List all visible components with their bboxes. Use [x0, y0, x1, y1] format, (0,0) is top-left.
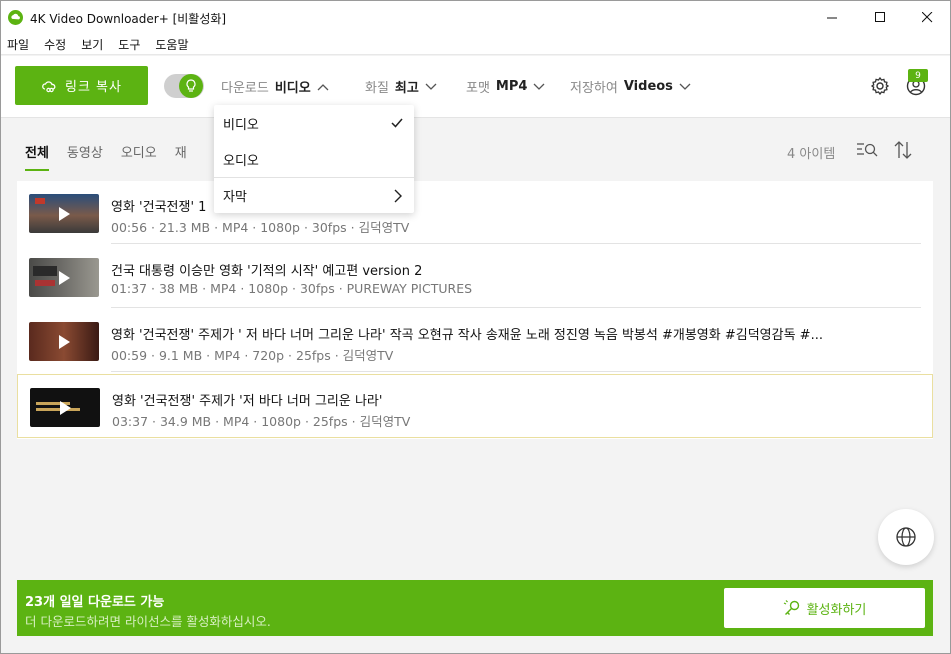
menu-edit[interactable]: 수정	[44, 36, 66, 53]
dropdown-option-label: 오디오	[223, 153, 259, 169]
maximize-button[interactable]	[857, 1, 903, 34]
download-type-value: 비디오	[274, 81, 311, 96]
key-icon	[783, 600, 799, 615]
download-type-dropdown: 비디오 오디오 자막	[214, 105, 414, 213]
cloud-link-icon	[42, 80, 56, 92]
quality-label: 화질	[365, 81, 389, 96]
video-thumbnail	[29, 194, 99, 233]
title-bar: 4K Video Downloader+ [비활성화]	[1, 1, 950, 34]
app-window: 4K Video Downloader+ [비활성화] 파일 수정 보기 도구 …	[0, 0, 951, 654]
language-button[interactable]	[878, 509, 934, 565]
save-location-selector[interactable]: 저장하여 Videos	[570, 77, 691, 96]
row-divider	[111, 307, 921, 308]
item-title: 영화 '건국전쟁' 주제가 '저 바다 너머 그리운 나라'	[112, 394, 383, 409]
menu-file[interactable]: 파일	[7, 36, 29, 53]
sort-icon[interactable]	[893, 140, 913, 160]
tab-all[interactable]: 전체	[25, 142, 49, 171]
menu-help[interactable]: 도움말	[155, 36, 188, 53]
download-type-selector[interactable]: 다운로드 비디오	[221, 77, 329, 96]
chevron-right-icon	[394, 189, 402, 203]
item-meta: 03:37 · 34.9 MB · MP4 · 1080p · 25fps · …	[112, 414, 411, 429]
format-selector[interactable]: 포맷 MP4	[466, 77, 545, 96]
menu-bar: 파일 수정 보기 도구 도움말	[1, 34, 950, 55]
smart-mode-toggle[interactable]	[164, 74, 204, 98]
activate-button[interactable]: 활성화하기	[724, 588, 925, 628]
maximize-icon	[874, 12, 885, 22]
close-button[interactable]	[904, 1, 950, 34]
video-thumbnail	[29, 322, 99, 361]
close-icon	[921, 12, 932, 23]
app-logo-icon	[8, 10, 23, 25]
quality-selector[interactable]: 화질 최고	[365, 77, 437, 96]
checkmark-icon	[391, 118, 403, 128]
item-title: 영화 '건국전쟁' 주제가 ' 저 바다 너머 그리운 나라' 작곡 오현규 작…	[111, 328, 823, 343]
tab-playlist[interactable]: 재	[175, 142, 187, 171]
item-title: 건국 대통령 이승만 영화 '기적의 시작' 예고편 version 2	[111, 264, 423, 279]
list-item[interactable]: 건국 대통령 이승만 영화 '기적의 시작' 예고편 version 2 01:…	[17, 245, 933, 308]
dropdown-option-audio[interactable]: 오디오	[214, 141, 414, 177]
gear-icon[interactable]	[869, 75, 891, 97]
list-item[interactable]: 영화 '건국전쟁' 1 00:56 · 21.3 MB · MP4 · 1080…	[17, 181, 933, 244]
item-meta: 00:59 · 9.1 MB · MP4 · 720p · 25fps · 김덕…	[111, 348, 394, 363]
save-location-label: 저장하여	[570, 81, 618, 96]
play-icon	[59, 335, 70, 349]
flag-shape	[35, 198, 45, 204]
play-icon	[60, 401, 71, 415]
chevron-up-icon	[317, 83, 329, 90]
list-item[interactable]: 영화 '건국전쟁' 주제가 ' 저 바다 너머 그리운 나라' 작곡 오현규 작…	[17, 309, 933, 372]
dropdown-option-label: 비디오	[223, 117, 259, 133]
tab-video[interactable]: 동영상	[67, 142, 103, 171]
banner-title: 23개 일일 다운로드 가능	[25, 595, 165, 610]
menu-view[interactable]: 보기	[81, 36, 103, 53]
save-location-value: Videos	[623, 79, 673, 94]
paste-link-button[interactable]: 링크 복사	[15, 66, 148, 105]
toggle-knob	[179, 74, 203, 98]
thumb-caption-shape	[35, 280, 55, 286]
search-list-icon[interactable]	[856, 141, 878, 159]
toolbar: 링크 복사 다운로드 비디오 화질 최고 포맷 MP4 저장하여 Videos …	[1, 56, 950, 118]
minimize-icon	[826, 17, 837, 19]
thumb-caption-shape	[36, 408, 80, 411]
filter-tabs: 전체 동영상 오디오 재	[25, 142, 205, 171]
activate-label: 활성화하기	[806, 602, 867, 618]
license-banner: 23개 일일 다운로드 가능 더 다운로드하려면 라이선스를 활성화하십시오. …	[17, 580, 933, 636]
dropdown-option-video[interactable]: 비디오	[214, 105, 414, 141]
globe-icon	[896, 527, 916, 547]
paste-link-label: 링크 복사	[65, 80, 122, 95]
menu-tools[interactable]: 도구	[118, 36, 140, 53]
quality-value: 최고	[394, 81, 419, 96]
format-value: MP4	[495, 79, 528, 94]
item-meta: 01:37 · 38 MB · MP4 · 1080p · 30fps · PU…	[111, 281, 473, 296]
tab-audio[interactable]: 오디오	[121, 142, 157, 171]
window-title: 4K Video Downloader+ [비활성화]	[30, 12, 227, 26]
row-divider	[111, 243, 921, 244]
item-meta: 00:56 · 21.3 MB · MP4 · 1080p · 30fps · …	[111, 220, 410, 235]
download-type-label: 다운로드	[221, 81, 269, 96]
format-label: 포맷	[466, 81, 490, 96]
play-icon	[59, 271, 70, 285]
row-divider	[111, 371, 921, 372]
chevron-down-icon	[533, 83, 545, 90]
download-list: 영화 '건국전쟁' 1 00:56 · 21.3 MB · MP4 · 1080…	[17, 181, 933, 439]
thumb-caption-shape	[33, 266, 57, 276]
lightbulb-icon	[186, 79, 196, 92]
video-thumbnail	[29, 258, 99, 297]
minimize-button[interactable]	[809, 1, 855, 34]
video-thumbnail	[30, 388, 100, 427]
chevron-down-icon	[679, 83, 691, 90]
dropdown-option-subtitles[interactable]: 자막	[214, 177, 414, 213]
dropdown-option-label: 자막	[223, 190, 247, 205]
banner-subtitle: 더 다운로드하려면 라이선스를 활성화하십시오.	[25, 614, 271, 629]
notification-badge: 9	[908, 69, 928, 82]
list-item-selected[interactable]: 영화 '건국전쟁' 주제가 '저 바다 너머 그리운 나라' 03:37 · 3…	[17, 374, 933, 438]
play-icon	[59, 207, 70, 221]
chevron-down-icon	[425, 83, 437, 90]
item-count: 4 아이템	[787, 147, 836, 162]
